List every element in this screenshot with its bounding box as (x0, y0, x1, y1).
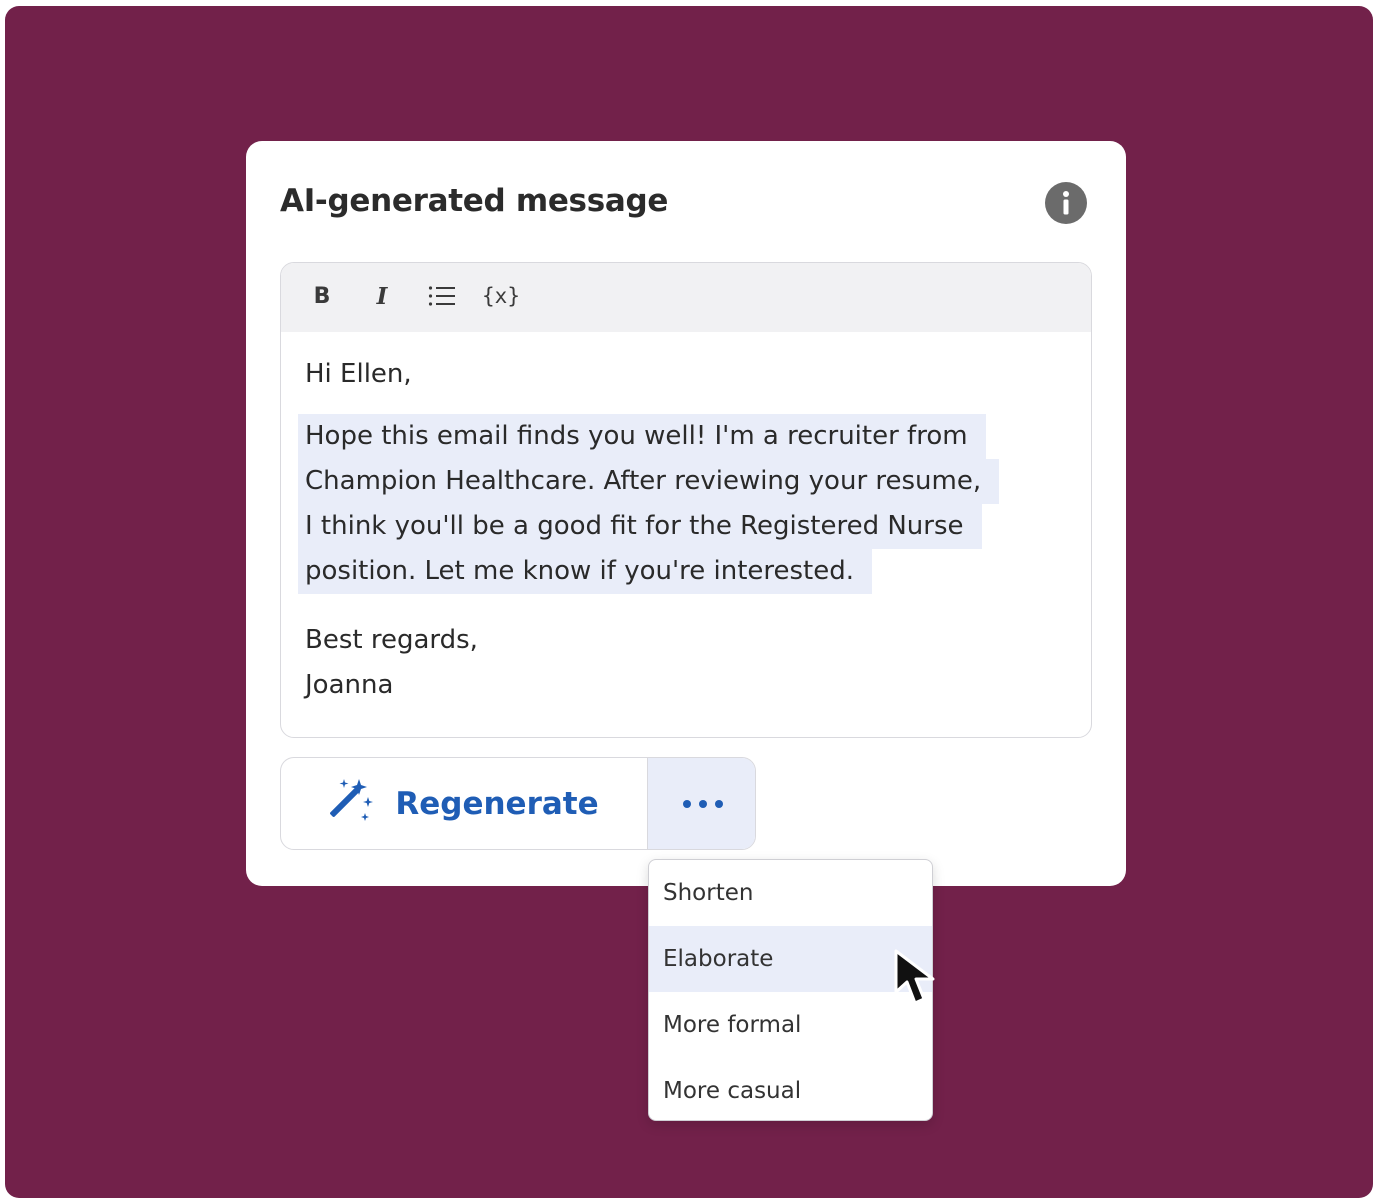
highlighted-line: position. Let me know if you're interest… (298, 549, 873, 594)
card-title: AI-generated message (280, 183, 669, 219)
magic-wand-icon (329, 777, 375, 831)
more-dots-icon (682, 794, 724, 813)
highlighted-line: I think you'll be a good fit for the Reg… (298, 504, 982, 549)
mouse-pointer-icon (893, 948, 953, 1010)
regenerate-button[interactable]: Regenerate (281, 758, 647, 849)
message-signature: Joanna (305, 670, 394, 700)
message-greeting: Hi Ellen, (305, 359, 412, 389)
variable-icon[interactable]: {x} (482, 277, 520, 315)
highlighted-line: Champion Healthcare. After reviewing you… (298, 459, 1000, 504)
message-editor[interactable]: B I {x} Hi Ellen, Hope this email finds … (280, 262, 1092, 738)
italic-icon[interactable]: I (367, 277, 397, 315)
menu-item-elaborate[interactable]: Elaborate (649, 926, 932, 992)
regenerate-label: Regenerate (395, 785, 599, 822)
ai-message-card: AI-generated message B I {x} Hi Ellen, H… (246, 141, 1126, 886)
menu-item-more-casual[interactable]: More casual (649, 1058, 932, 1120)
menu-item-more-formal[interactable]: More formal (649, 992, 932, 1058)
more-options-button[interactable] (647, 758, 755, 849)
bold-icon[interactable]: B (307, 277, 337, 315)
message-signoff: Best regards, (305, 625, 478, 655)
regenerate-button-group: Regenerate (280, 757, 756, 850)
editor-toolbar: B I {x} (281, 263, 1091, 332)
info-icon[interactable] (1045, 182, 1087, 224)
highlighted-line: Hope this email finds you well! I'm a re… (298, 414, 986, 459)
menu-item-shorten[interactable]: Shorten (649, 860, 932, 926)
regenerate-options-menu: Shorten Elaborate More formal More casua… (648, 859, 933, 1121)
bulleted-list-icon[interactable] (425, 277, 459, 315)
